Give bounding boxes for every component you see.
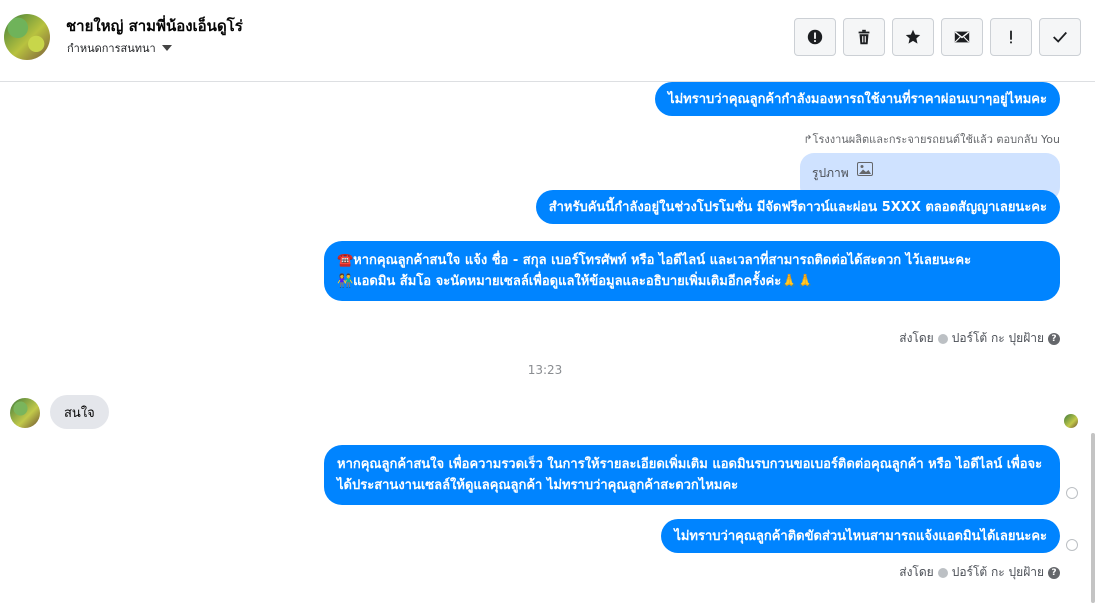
report-button[interactable]	[794, 18, 836, 56]
manage-conversation-dropdown[interactable]: กำหนดการสนทนา	[67, 39, 172, 57]
manage-conversation-label: กำหนดการสนทนา	[67, 42, 156, 55]
exclamation-icon	[1010, 30, 1012, 44]
follow-up-button[interactable]	[990, 18, 1032, 56]
mark-unread-button[interactable]	[941, 18, 983, 56]
sent-by-label: ส่งโดย	[899, 565, 934, 579]
message-line: 👫แอดมิน ส้มโอ จะนัดหมายเซลล์เพื่อดูแลให้…	[337, 274, 814, 289]
contact-avatar-small[interactable]	[10, 398, 40, 428]
header-actions	[794, 18, 1081, 56]
sent-by-info: ส่งโดย ปอร์โต้ กะ ปุยฝ้าย ?	[899, 329, 1060, 348]
caret-down-icon	[161, 45, 172, 51]
trash-icon	[858, 29, 870, 45]
reply-note: ↱โรงงานผลิตและกระจายรถยนต์ใช้แล้ว ตอบกลั…	[803, 133, 1060, 146]
verified-icon	[937, 333, 948, 344]
check-icon	[1053, 31, 1067, 43]
outgoing-message[interactable]: หากคุณลูกค้าสนใจ เพื่อความรวดเร็ว ในการใ…	[324, 445, 1060, 505]
reply-ref-label: รูปภาพ	[812, 166, 849, 180]
sent-by-label: ส่งโดย	[899, 331, 934, 345]
outgoing-message[interactable]: ไม่ทราบว่าคุณลูกค้าติดขัดส่วนไหนสามารถแจ…	[661, 519, 1060, 553]
incoming-message[interactable]: สนใจ	[50, 395, 109, 429]
delivered-icon	[1066, 487, 1078, 499]
report-icon	[807, 29, 823, 45]
scrollbar[interactable]	[1091, 433, 1095, 603]
contact-name[interactable]: ชายใหญ่ สามพี่น้องเอ็นดูโร่	[66, 14, 243, 38]
outgoing-message[interactable]: ☎️หากคุณลูกค้าสนใจ แจ้ง ชื่อ - สกุล เบอร…	[324, 241, 1060, 301]
conversation-header: ชายใหญ่ สามพี่น้องเอ็นดูโร่ กำหนดการสนทน…	[0, 0, 1095, 82]
mail-icon	[954, 31, 970, 43]
contact-avatar[interactable]	[4, 14, 50, 60]
star-icon	[905, 29, 921, 44]
mark-done-button[interactable]	[1039, 18, 1081, 56]
outgoing-message[interactable]: ไม่ทราบว่าคุณลูกค้ากำลังมองหารถใช้งานที่…	[655, 82, 1060, 116]
sent-by-info: ส่งโดย ปอร์โต้ กะ ปุยฝ้าย ?	[899, 563, 1060, 582]
seen-indicator-avatar	[1064, 414, 1078, 428]
image-icon	[857, 162, 873, 176]
sender-name[interactable]: ปอร์โต้ กะ ปุยฝ้าย	[952, 329, 1044, 348]
star-button[interactable]	[892, 18, 934, 56]
timestamp: 13:23	[527, 363, 563, 377]
help-icon[interactable]: ?	[1048, 332, 1060, 345]
sender-name[interactable]: ปอร์โต้ กะ ปุยฝ้าย	[952, 563, 1044, 582]
help-icon[interactable]: ?	[1048, 566, 1060, 579]
delete-button[interactable]	[843, 18, 885, 56]
verified-icon	[937, 567, 948, 578]
delivered-icon	[1066, 539, 1078, 551]
outgoing-message[interactable]: สำหรับคันนี้กำลังอยู่ในช่วงโปรโมชั่น มีจ…	[535, 190, 1060, 224]
message-line: ☎️หากคุณลูกค้าสนใจ แจ้ง ชื่อ - สกุล เบอร…	[337, 253, 972, 268]
